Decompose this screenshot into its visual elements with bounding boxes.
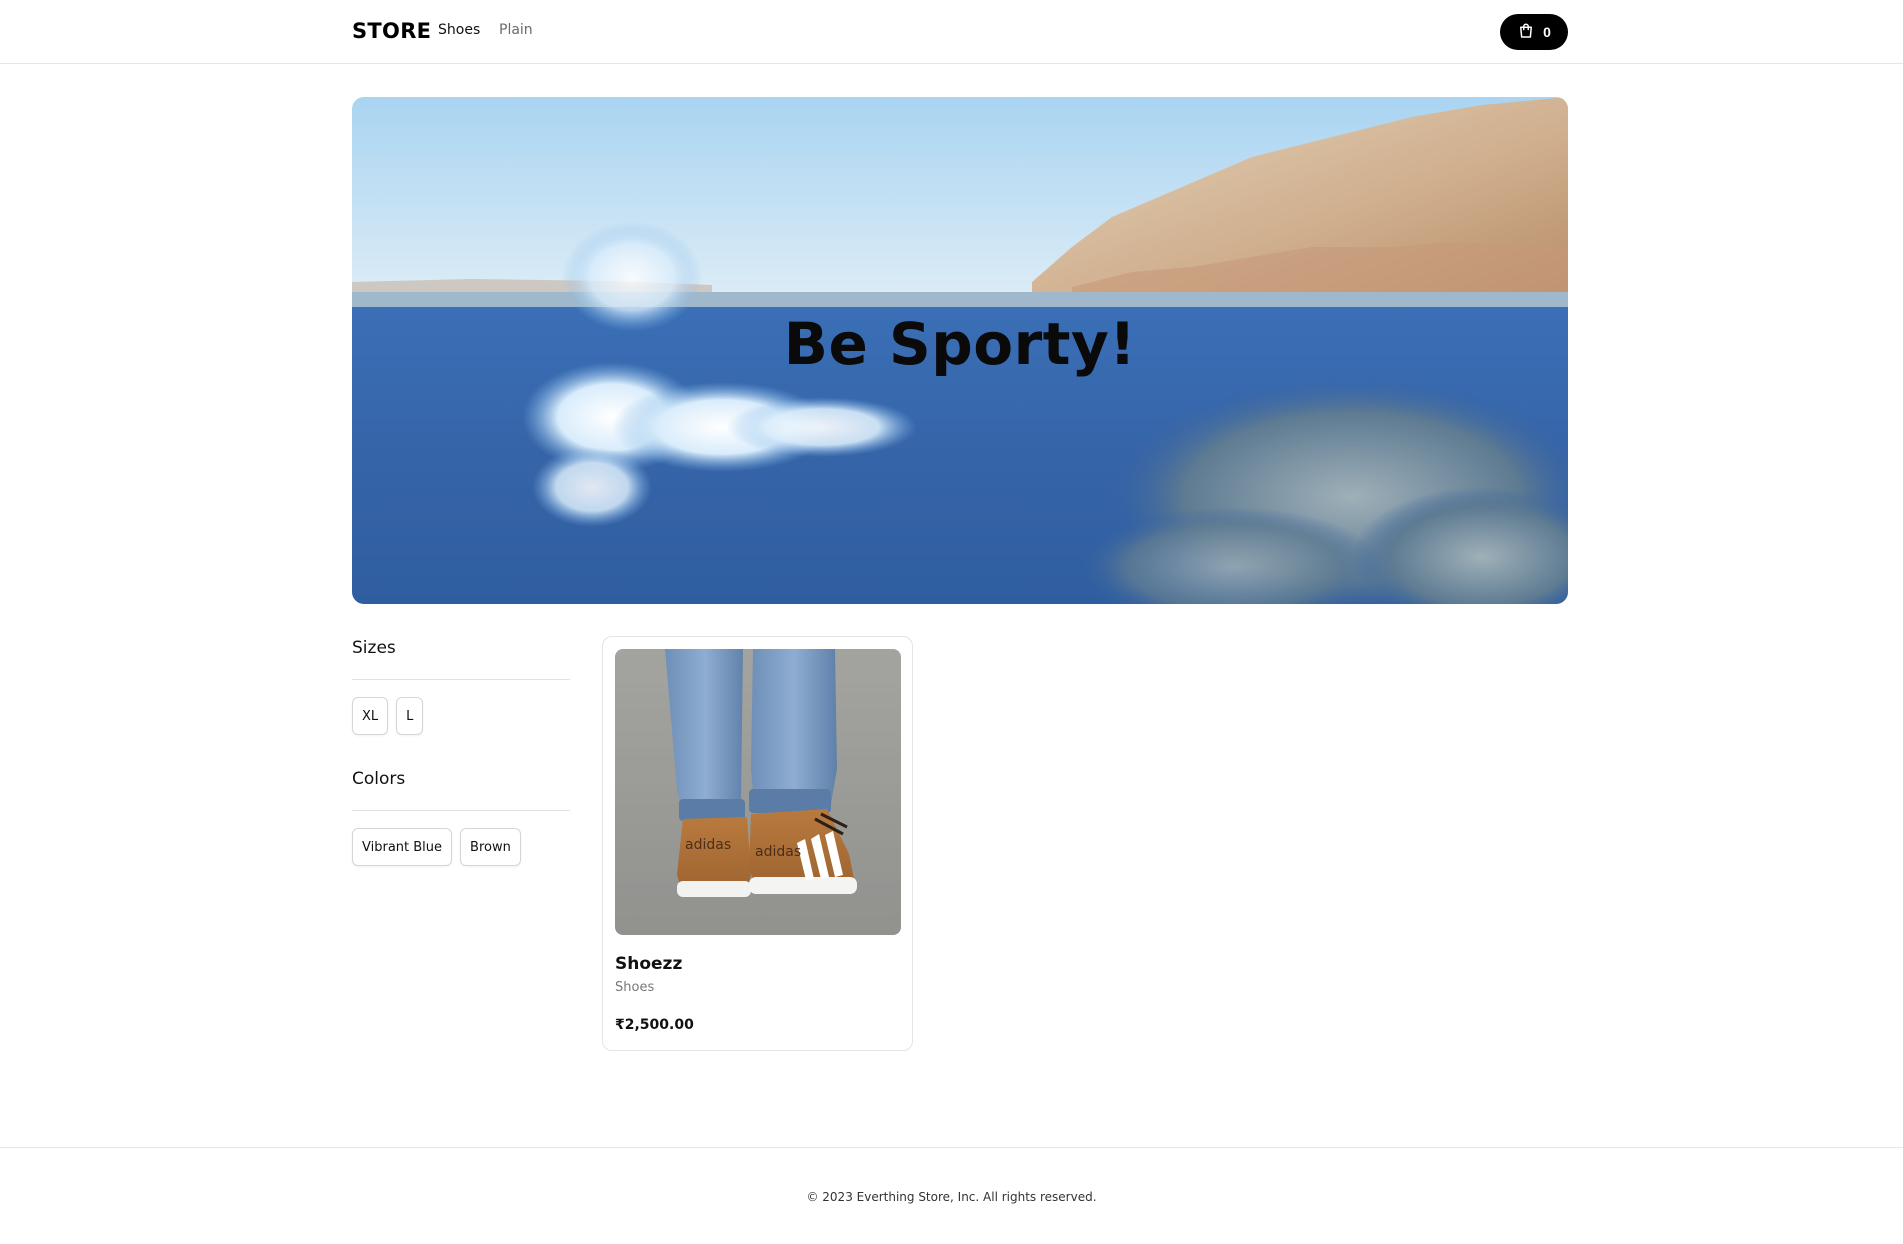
nav-link-plain[interactable]: Plain xyxy=(499,22,533,38)
sizes-filter: Sizes XL L xyxy=(352,638,570,735)
colors-heading: Colors xyxy=(352,769,570,811)
product-card[interactable]: adidas adidas Shoezz Shoes ₹2,500.00 xyxy=(602,636,913,1051)
nav-link-shoes[interactable]: Shoes xyxy=(438,22,480,38)
size-option-xl[interactable]: XL xyxy=(352,697,389,735)
product-name: Shoezz xyxy=(615,954,683,974)
site-footer: © 2023 Everthing Store, Inc. All rights … xyxy=(0,1147,1903,1244)
product-price: ₹2,500.00 xyxy=(615,1017,694,1033)
cart-count: 0 xyxy=(1543,24,1551,40)
cart-button[interactable]: 0 xyxy=(1500,14,1568,50)
color-option-brown[interactable]: Brown xyxy=(460,828,521,866)
product-category: Shoes xyxy=(615,980,655,995)
product-image[interactable]: adidas adidas xyxy=(615,649,901,935)
colors-filter: Colors Vibrant Blue Brown xyxy=(352,769,570,866)
sizes-options: XL L xyxy=(352,697,570,735)
svg-text:adidas: adidas xyxy=(755,844,801,860)
site-header: STORE Shoes Plain 0 xyxy=(0,0,1903,64)
shopping-bag-icon xyxy=(1517,22,1535,43)
copyright-text: © 2023 Everthing Store, Inc. All rights … xyxy=(806,1190,1097,1204)
hero-banner: Be Sporty! xyxy=(352,97,1568,604)
svg-text:adidas: adidas xyxy=(685,837,731,853)
color-option-vibrant-blue[interactable]: Vibrant Blue xyxy=(352,828,453,866)
size-option-l[interactable]: L xyxy=(396,697,424,735)
sizes-heading: Sizes xyxy=(352,638,570,680)
colors-options: Vibrant Blue Brown xyxy=(352,828,570,866)
hero-title: Be Sporty! xyxy=(783,310,1137,378)
store-logo[interactable]: STORE xyxy=(352,19,431,43)
